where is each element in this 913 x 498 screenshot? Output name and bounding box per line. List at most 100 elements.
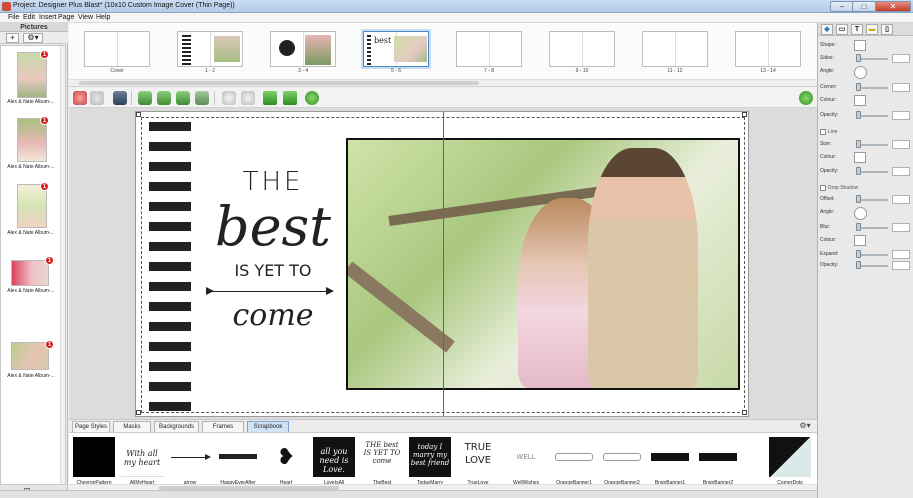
menu-page[interactable]: Page	[58, 14, 74, 21]
shadow-blur-knob[interactable]	[856, 223, 861, 231]
the-best-artwork[interactable]: THE best IS YET TO come	[204, 168, 342, 368]
maximize-button[interactable]: □	[852, 1, 876, 12]
picture-item[interactable]: 1 Alex & Nate Album-...	[1, 318, 65, 379]
scrapbook-item[interactable]: BrwnBanner2	[695, 437, 741, 489]
colour-picker[interactable]	[854, 95, 866, 106]
resize-handle[interactable]	[136, 410, 141, 415]
opacity-input[interactable]	[892, 111, 910, 120]
scrapbook-item[interactable]: With all my heart AllMyHeart	[119, 437, 165, 489]
sides-input[interactable]	[892, 54, 910, 63]
tab-masks[interactable]: Masks	[113, 421, 151, 432]
page-thumb-cover[interactable]	[84, 31, 150, 67]
resize-handle[interactable]	[136, 112, 141, 117]
sides-knob[interactable]	[856, 54, 861, 62]
text-tab-icon[interactable]: T	[851, 24, 863, 35]
page-tab-icon[interactable]: ▯	[881, 24, 893, 35]
shape-picker[interactable]	[854, 40, 866, 51]
picture-item[interactable]: 1 Alex & Nate Album-...	[1, 116, 65, 176]
menu-insert[interactable]: Insert	[39, 14, 57, 21]
picture-item[interactable]: 1 Alex & Nate Album-...	[1, 254, 65, 314]
next-page-icon[interactable]	[283, 91, 297, 105]
scrapbook-item[interactable]: HappyEverAfter	[215, 437, 261, 489]
zoom-out-icon[interactable]	[241, 91, 255, 105]
scrapbook-item[interactable]: TRUE LOVE TrueLove	[455, 437, 501, 489]
tab-backgrounds[interactable]: Backgrounds	[154, 421, 199, 432]
add-text-icon[interactable]	[157, 91, 171, 105]
design-canvas[interactable]: THE best IS YET TO come	[69, 108, 817, 419]
page-strip-scrollbar[interactable]	[69, 79, 817, 86]
page-thumb-13-14[interactable]	[735, 31, 801, 67]
shadow-offset-input[interactable]	[892, 195, 910, 204]
menu-edit[interactable]: Edit	[23, 14, 35, 21]
scrapbook-item[interactable]: today I marry my best friend TodayMarry	[407, 437, 453, 489]
shadow-expand-knob[interactable]	[856, 250, 861, 258]
highlight-tab-icon[interactable]: ▬	[866, 24, 878, 35]
save-icon[interactable]	[113, 91, 127, 105]
cart-icon[interactable]	[799, 91, 813, 105]
menu-view[interactable]: View	[78, 14, 93, 21]
shadow-opacity-knob[interactable]	[856, 261, 861, 269]
page-thumb-9-10[interactable]	[549, 31, 615, 67]
shadow-opacity-input[interactable]	[892, 261, 910, 270]
page-thumb-5-6[interactable]: best	[363, 31, 429, 67]
scroll-thumb[interactable]	[79, 81, 479, 85]
angle-dial[interactable]	[854, 66, 867, 79]
shape-tab-icon[interactable]: ◆	[821, 24, 833, 35]
menu-file[interactable]: File	[8, 14, 19, 21]
page-thumb-1-2[interactable]	[177, 31, 243, 67]
page-spread[interactable]: THE best IS YET TO come	[135, 111, 749, 417]
scrapbook-item[interactable]: OrangeBanner1	[551, 437, 597, 489]
scrapbook-item[interactable]: all you need is Love. LoveIsAll	[311, 437, 357, 489]
minimize-button[interactable]: –	[830, 1, 854, 12]
shadow-colour-picker[interactable]	[854, 235, 866, 246]
scrapbook-item[interactable]: WELL WISHES WellWishes	[503, 437, 549, 498]
line-opacity-knob[interactable]	[856, 167, 861, 175]
add-picture-icon[interactable]	[138, 91, 152, 105]
previous-page-icon[interactable]	[263, 91, 277, 105]
scrapbook-item[interactable]: CornerDots	[767, 437, 813, 489]
line-size-knob[interactable]	[856, 140, 861, 148]
undo-icon[interactable]	[73, 91, 87, 105]
close-button[interactable]: ✕	[875, 1, 911, 12]
picture-item[interactable]: 1 Alex & Nate Album-...	[1, 50, 65, 110]
resize-handle[interactable]	[742, 410, 747, 415]
page-thumb-7-8[interactable]	[456, 31, 522, 67]
tab-page-styles[interactable]: Page Styles	[72, 421, 110, 432]
couple-photo[interactable]	[346, 138, 740, 390]
page-thumb-11-12[interactable]	[642, 31, 708, 67]
help-icon[interactable]	[305, 91, 319, 105]
corner-knob[interactable]	[856, 83, 861, 91]
picture-options-button[interactable]: ⚙▾	[23, 33, 43, 43]
pictures-scrollbar[interactable]	[60, 46, 65, 484]
scrapbook-item[interactable]: OrangeBanner2	[599, 437, 645, 489]
scrapbook-item[interactable]: THE best IS YET TO come TheBest	[359, 437, 405, 489]
tab-scrapbook[interactable]: Scrapbook	[247, 421, 289, 432]
shadow-offset-knob[interactable]	[856, 195, 861, 203]
scrapbook-item[interactable]: BrwnBanner1	[647, 437, 693, 489]
add-shape-icon[interactable]	[176, 91, 190, 105]
opacity-knob[interactable]	[856, 111, 861, 119]
zoom-in-icon[interactable]	[222, 91, 236, 105]
shadow-checkbox[interactable]	[820, 185, 826, 191]
redo-icon[interactable]	[90, 91, 104, 105]
line-checkbox[interactable]	[820, 129, 826, 135]
line-size-input[interactable]	[892, 140, 910, 149]
page-thumb-3-4[interactable]	[270, 31, 336, 67]
picture-item[interactable]: 1 Alex & Nate Album-...	[1, 182, 65, 242]
add-picture-button[interactable]: +	[6, 33, 19, 43]
scrapbook-item[interactable]: arrow	[167, 437, 213, 489]
scrapbook-item[interactable]: ChevronPattern	[71, 437, 117, 489]
add-clipart-icon[interactable]	[195, 91, 209, 105]
gear-icon[interactable]: ⚙▾	[797, 421, 813, 431]
line-opacity-input[interactable]	[892, 167, 910, 176]
corner-input[interactable]	[892, 83, 910, 92]
scrapbook-item[interactable]: ❥ Heart	[263, 437, 309, 489]
line-colour-picker[interactable]	[854, 152, 866, 163]
resize-handle[interactable]	[742, 112, 747, 117]
shadow-angle-dial[interactable]	[854, 207, 867, 220]
frame-tab-icon[interactable]: ▭	[836, 24, 848, 35]
pictures-list[interactable]: 1 Alex & Nate Album-... 1 Alex & Nate Al…	[0, 45, 66, 485]
shadow-expand-input[interactable]	[892, 250, 910, 259]
shadow-blur-input[interactable]	[892, 223, 910, 232]
tab-frames[interactable]: Frames	[202, 421, 244, 432]
